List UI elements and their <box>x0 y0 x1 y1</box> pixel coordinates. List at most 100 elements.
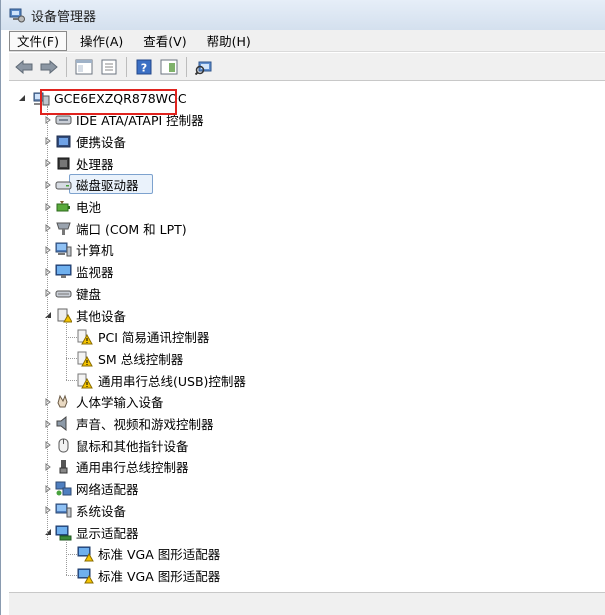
display-adapter-icon <box>55 524 72 541</box>
tree-item-label: 系统设备 <box>76 503 127 519</box>
scan-hardware-icon <box>195 61 212 75</box>
root-expander[interactable] <box>17 93 27 103</box>
tree-item-label: 其他设备 <box>76 308 127 324</box>
device-tree[interactable]: GCE6EXZQR878WOC IDE ATA/ATAPI 控制器 便携设备 处理器磁… <box>9 82 605 592</box>
vga-warning-icon <box>77 545 94 562</box>
tree-connector <box>66 380 77 382</box>
tree-item-label: 人体学输入设备 <box>76 395 164 411</box>
tree-connector <box>66 575 77 577</box>
tree-item-label: 显示适配器 <box>76 525 139 541</box>
tree-item-label: 计算机 <box>76 243 114 259</box>
tree-category-6[interactable]: 计算机 <box>55 240 114 260</box>
properties-button[interactable] <box>98 56 120 78</box>
category-expander[interactable] <box>43 397 53 407</box>
tree-item-label: 通用串行总线控制器 <box>76 460 189 476</box>
scope-pane-icon <box>160 59 178 74</box>
tree-category-4[interactable]: 电池 <box>55 197 101 217</box>
device-manager-icon <box>9 7 25 23</box>
tree-connector <box>66 358 77 360</box>
tree-category-3[interactable]: 磁盘驱动器 <box>55 175 139 195</box>
tree-category-7[interactable]: 监视器 <box>55 262 114 282</box>
tree-category-11[interactable]: 声音、视频和游戏控制器 <box>55 414 214 434</box>
tree-category-9[interactable]: 其他设备 <box>55 305 126 325</box>
tree-category-2[interactable]: 处理器 <box>55 153 114 173</box>
sound-icon <box>55 415 72 432</box>
keyboard-icon <box>55 285 72 302</box>
tree-child-device[interactable]: 通用串行总线(USB)控制器 <box>77 370 246 390</box>
tree-connector <box>66 553 77 555</box>
toolbar-separator <box>126 56 127 77</box>
back-arrow-icon <box>15 59 33 74</box>
monitor-icon <box>55 263 72 280</box>
console-tree-button[interactable] <box>73 56 95 78</box>
back-button[interactable] <box>13 56 35 78</box>
category-expander[interactable] <box>43 310 53 320</box>
scope-pane-button[interactable] <box>158 56 180 78</box>
tree-item-label: 标准 VGA 图形适配器 <box>98 568 221 584</box>
tree-child-device[interactable]: 标准 VGA 图形适配器 <box>77 565 220 585</box>
tree-item-label: 电池 <box>76 200 102 215</box>
category-expander[interactable] <box>43 527 53 537</box>
usb-controller-icon <box>55 458 72 475</box>
tree-connector <box>66 323 67 381</box>
category-expander[interactable] <box>43 180 53 190</box>
tree-category-15[interactable]: 系统设备 <box>55 500 126 520</box>
processor-icon <box>55 155 72 172</box>
disk-drive-icon <box>55 176 72 193</box>
tree-item-label: SM 总线控制器 <box>98 351 184 367</box>
hid-icon <box>55 393 72 410</box>
tree-connector <box>66 540 67 576</box>
category-expander[interactable] <box>43 202 53 212</box>
toolbar-separator <box>66 56 67 77</box>
category-expander[interactable] <box>43 419 53 429</box>
highlight-box-disk-drives <box>40 89 177 115</box>
tree-category-12[interactable]: 鼠标和其他指针设备 <box>55 435 189 455</box>
tree-connector <box>47 106 48 540</box>
menu-action[interactable]: 操作(A) <box>73 31 130 51</box>
tree-item-label: 标准 VGA 图形适配器 <box>98 547 221 563</box>
tree-category-8[interactable]: 键盘 <box>55 283 101 303</box>
tree-item-label: 通用串行总线(USB)控制器 <box>98 373 246 389</box>
tree-category-13[interactable]: 通用串行总线控制器 <box>55 457 189 477</box>
category-expander[interactable] <box>43 223 53 233</box>
forward-button[interactable] <box>38 56 60 78</box>
help-icon: ? <box>136 59 152 74</box>
window-title: 设备管理器 <box>31 9 97 25</box>
category-expander[interactable] <box>43 115 53 125</box>
help-button[interactable]: ? <box>133 56 155 78</box>
status-bar <box>9 592 605 615</box>
category-expander[interactable] <box>43 462 53 472</box>
tree-category-5[interactable]: 端口 (COM 和 LPT) <box>55 218 187 238</box>
tree-category-1[interactable]: 便携设备 <box>55 131 126 151</box>
menu-bar: 文件(F) 操作(A) 查看(V) 帮助(H) <box>9 30 605 52</box>
tree-category-10[interactable]: 人体学输入设备 <box>55 392 164 412</box>
port-icon <box>55 220 72 237</box>
category-expander[interactable] <box>43 288 53 298</box>
category-expander[interactable] <box>43 440 53 450</box>
scan-hardware-button[interactable] <box>193 56 215 78</box>
menu-file[interactable]: 文件(F) <box>9 30 67 51</box>
category-expander[interactable] <box>43 136 53 146</box>
tree-child-device[interactable]: SM 总线控制器 <box>77 348 183 368</box>
category-expander[interactable] <box>43 505 53 515</box>
menu-help[interactable]: 帮助(H) <box>200 31 258 51</box>
tree-child-device[interactable]: 标准 VGA 图形适配器 <box>77 544 220 564</box>
tree-child-device[interactable]: PCI 简易通讯控制器 <box>77 327 209 347</box>
tree-item-label: 鼠标和其他指针设备 <box>76 438 189 454</box>
tree-category-14[interactable]: 网络适配器 <box>55 479 139 499</box>
toolbar: ? <box>9 53 605 81</box>
computer-icon <box>55 241 72 258</box>
svg-text:?: ? <box>141 61 147 74</box>
category-expander[interactable] <box>43 484 53 494</box>
tree-item-label: 声音、视频和游戏控制器 <box>76 417 214 432</box>
menu-view[interactable]: 查看(V) <box>136 31 193 51</box>
other-devices-icon <box>55 307 73 324</box>
tree-item-label: 处理器 <box>76 156 114 172</box>
category-expander[interactable] <box>43 267 53 277</box>
category-expander[interactable] <box>43 158 53 168</box>
category-expander[interactable] <box>43 245 53 255</box>
tree-item-label: 磁盘驱动器 <box>76 178 139 194</box>
toolbar-separator <box>186 56 187 77</box>
tree-category-16[interactable]: 显示适配器 <box>55 522 139 542</box>
console-tree-icon <box>75 59 93 74</box>
